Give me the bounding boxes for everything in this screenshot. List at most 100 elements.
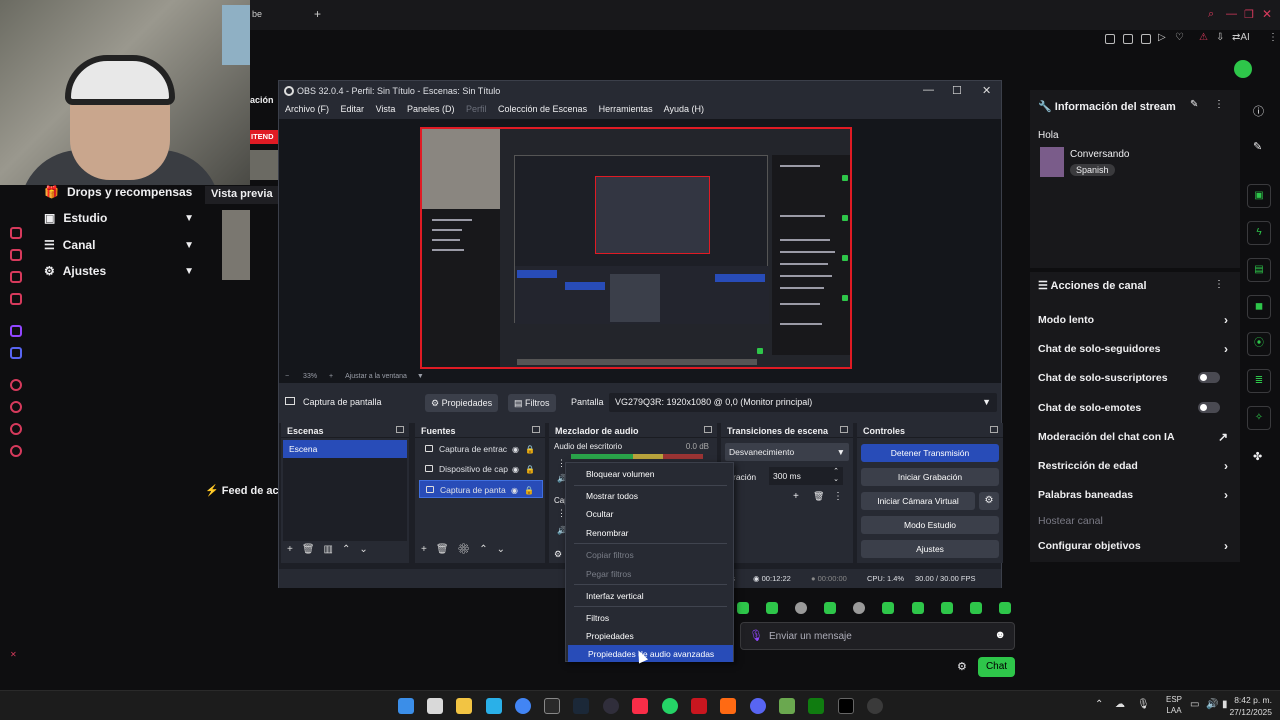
menu-icon[interactable]: ⋮ <box>1214 279 1224 290</box>
virtual-camera-button[interactable]: Iniciar Cámara Virtual <box>861 492 975 510</box>
popout-icon[interactable] <box>396 426 404 433</box>
menu-perfil[interactable]: Perfil <box>466 104 487 114</box>
toggle[interactable] <box>1198 402 1220 413</box>
gear-icon[interactable]: ⚙ <box>458 544 480 555</box>
puzzle-icon[interactable]: ✤ <box>1253 450 1262 463</box>
menu-archivo[interactable]: Archivo (F) <box>285 104 329 114</box>
volume-icon[interactable]: 🔊 <box>1206 699 1218 710</box>
popout-icon[interactable] <box>990 426 998 433</box>
whatsapp-icon[interactable] <box>662 698 678 714</box>
obs-preview[interactable] <box>279 119 1001 371</box>
kebab-icon[interactable]: ⋮ <box>833 491 843 502</box>
input-language[interactable]: ESP LAA <box>1166 694 1182 716</box>
emote-icon[interactable] <box>795 602 807 614</box>
down-icon[interactable]: ⌄ <box>359 544 376 555</box>
properties-button[interactable]: ⚙ Propiedades <box>425 394 499 412</box>
search-icon[interactable] <box>427 698 443 714</box>
rail-icon[interactable] <box>10 379 22 391</box>
chat-send-button[interactable]: Chat <box>978 657 1015 677</box>
bolt-icon[interactable]: ϟ <box>1247 221 1271 245</box>
preview-canvas[interactable] <box>420 127 852 369</box>
source-item-selected[interactable]: Captura de panta ◉ 🔒 <box>419 480 543 498</box>
menu-item-copy-filters[interactable]: Copiar filtros <box>566 546 733 563</box>
eye-icon[interactable]: ◉ <box>512 465 519 474</box>
mic-icon[interactable]: 🎙 <box>749 629 763 642</box>
screen-select[interactable]: VG279Q3R: 1920x1080 @ 0,0 (Monitor princ… <box>609 393 997 412</box>
up-icon[interactable]: ⌃ <box>342 544 359 555</box>
action-age-restriction[interactable]: Restricción de edad › <box>1038 459 1234 473</box>
nav-estudio[interactable]: ▣ Estudio ▼ <box>44 211 194 225</box>
menu-item-vertical-layout[interactable]: Interfaz vertical <box>566 587 733 604</box>
duration-input[interactable]: 300 ms ⌃ ⌄ <box>769 467 843 485</box>
filter-icon[interactable]: ▥ <box>324 544 342 555</box>
nav-canal[interactable]: ☰ Canal ▼ <box>44 238 194 252</box>
add-icon[interactable]: + <box>287 544 302 555</box>
clip-icon[interactable]: ▣ <box>1247 184 1271 208</box>
gear-icon[interactable]: ⚙ <box>979 492 999 510</box>
action-ai-moderation[interactable]: Moderación del chat con IA ↗ <box>1038 430 1234 444</box>
menu-item-lock-volume[interactable]: Bloquear volumen <box>566 465 733 482</box>
menu-item-rename[interactable]: Renombrar <box>566 524 733 541</box>
minimize-icon[interactable]: — <box>1226 8 1237 20</box>
minimize-icon[interactable]: — <box>923 84 934 96</box>
menu-icon[interactable]: ⋮ <box>1214 99 1224 110</box>
chat-icon[interactable]: ◼ <box>1247 295 1271 319</box>
new-tab-icon[interactable]: + <box>314 7 321 21</box>
rail-icon[interactable] <box>10 227 22 239</box>
tab-label[interactable]: be <box>252 9 262 19</box>
gear-icon[interactable]: ⚙ <box>554 549 562 560</box>
emote-icon[interactable] <box>999 602 1011 614</box>
mic-icon[interactable]: 🎙 <box>1137 699 1150 710</box>
menu-item-properties[interactable]: Propiedades <box>566 627 733 644</box>
stream-category[interactable]: Conversando <box>1070 149 1129 160</box>
action-emotes-only[interactable]: Chat de solo-emotes <box>1038 402 1234 414</box>
popout-icon[interactable] <box>704 426 712 433</box>
zoom-minus[interactable]: − <box>285 373 289 380</box>
scene-item[interactable]: Escena <box>283 440 407 458</box>
nav-drops[interactable]: 🎁 Drops y recompensas <box>44 185 194 199</box>
zoom-plus[interactable]: + <box>329 373 333 380</box>
download-icon[interactable]: ⇩ <box>1216 32 1224 43</box>
menu-ayuda[interactable]: Ayuda (H) <box>664 104 704 114</box>
emote-icon[interactable] <box>737 602 749 614</box>
emote-icon[interactable] <box>853 602 865 614</box>
discord-icon[interactable] <box>750 698 766 714</box>
rail-icon[interactable]: ✕ <box>10 650 17 659</box>
chevron-down-icon[interactable]: ▼ <box>417 373 424 380</box>
close-icon[interactable]: ✕ <box>1262 7 1272 21</box>
alert-icon[interactable]: ⚠ <box>1199 32 1208 43</box>
action-subs-only[interactable]: Chat de solo-suscriptores <box>1038 372 1234 384</box>
studio-mode-button[interactable]: Modo Estudio <box>861 516 999 534</box>
rail-icon[interactable] <box>10 293 22 305</box>
network-icon[interactable]: ▭ <box>1190 699 1199 710</box>
lock-icon[interactable]: 🔒 <box>524 486 534 495</box>
close-icon[interactable]: ✕ <box>982 84 991 97</box>
chrome-icon[interactable] <box>515 698 531 714</box>
emote-icon[interactable] <box>941 602 953 614</box>
chevron-up-icon[interactable]: ⌃ <box>1095 699 1103 710</box>
menu-item-show-all[interactable]: Mostrar todos <box>566 487 733 504</box>
add-icon[interactable]: + <box>421 544 436 555</box>
menu-item-hide[interactable]: Ocultar <box>566 505 733 522</box>
bookmark-icon[interactable] <box>1123 34 1133 44</box>
maximize-icon[interactable]: ☐ <box>952 84 962 97</box>
source-item[interactable]: Captura de entrac ◉ 🔒 <box>419 440 543 458</box>
emote-icon[interactable] <box>882 602 894 614</box>
rail-icon[interactable] <box>10 423 22 435</box>
twitch-icon[interactable] <box>10 325 22 337</box>
extension-icon[interactable] <box>1105 34 1115 44</box>
ai-label[interactable]: ⇄AI <box>1232 32 1250 43</box>
windows-start-icon[interactable] <box>398 698 414 714</box>
broadcast-icon[interactable]: ⦿ <box>1247 332 1271 356</box>
gear-icon[interactable]: ⚙ <box>957 660 967 673</box>
edit-icon[interactable]: ✎ <box>1253 140 1262 153</box>
start-recording-button[interactable]: Iniciar Grabación <box>861 468 999 486</box>
emote-icon[interactable] <box>824 602 836 614</box>
action-slow-mode[interactable]: Modo lento › <box>1038 313 1234 327</box>
shield-icon[interactable] <box>1141 34 1151 44</box>
action-followers-only[interactable]: Chat de solo-seguidores › <box>1038 342 1234 356</box>
menu-herramientas[interactable]: Herramientas <box>599 104 653 114</box>
capcut-icon[interactable] <box>838 698 854 714</box>
menu-item-paste-filters[interactable]: Pegar filtros <box>566 565 733 582</box>
action-banned-words[interactable]: Palabras baneadas › <box>1038 488 1234 502</box>
